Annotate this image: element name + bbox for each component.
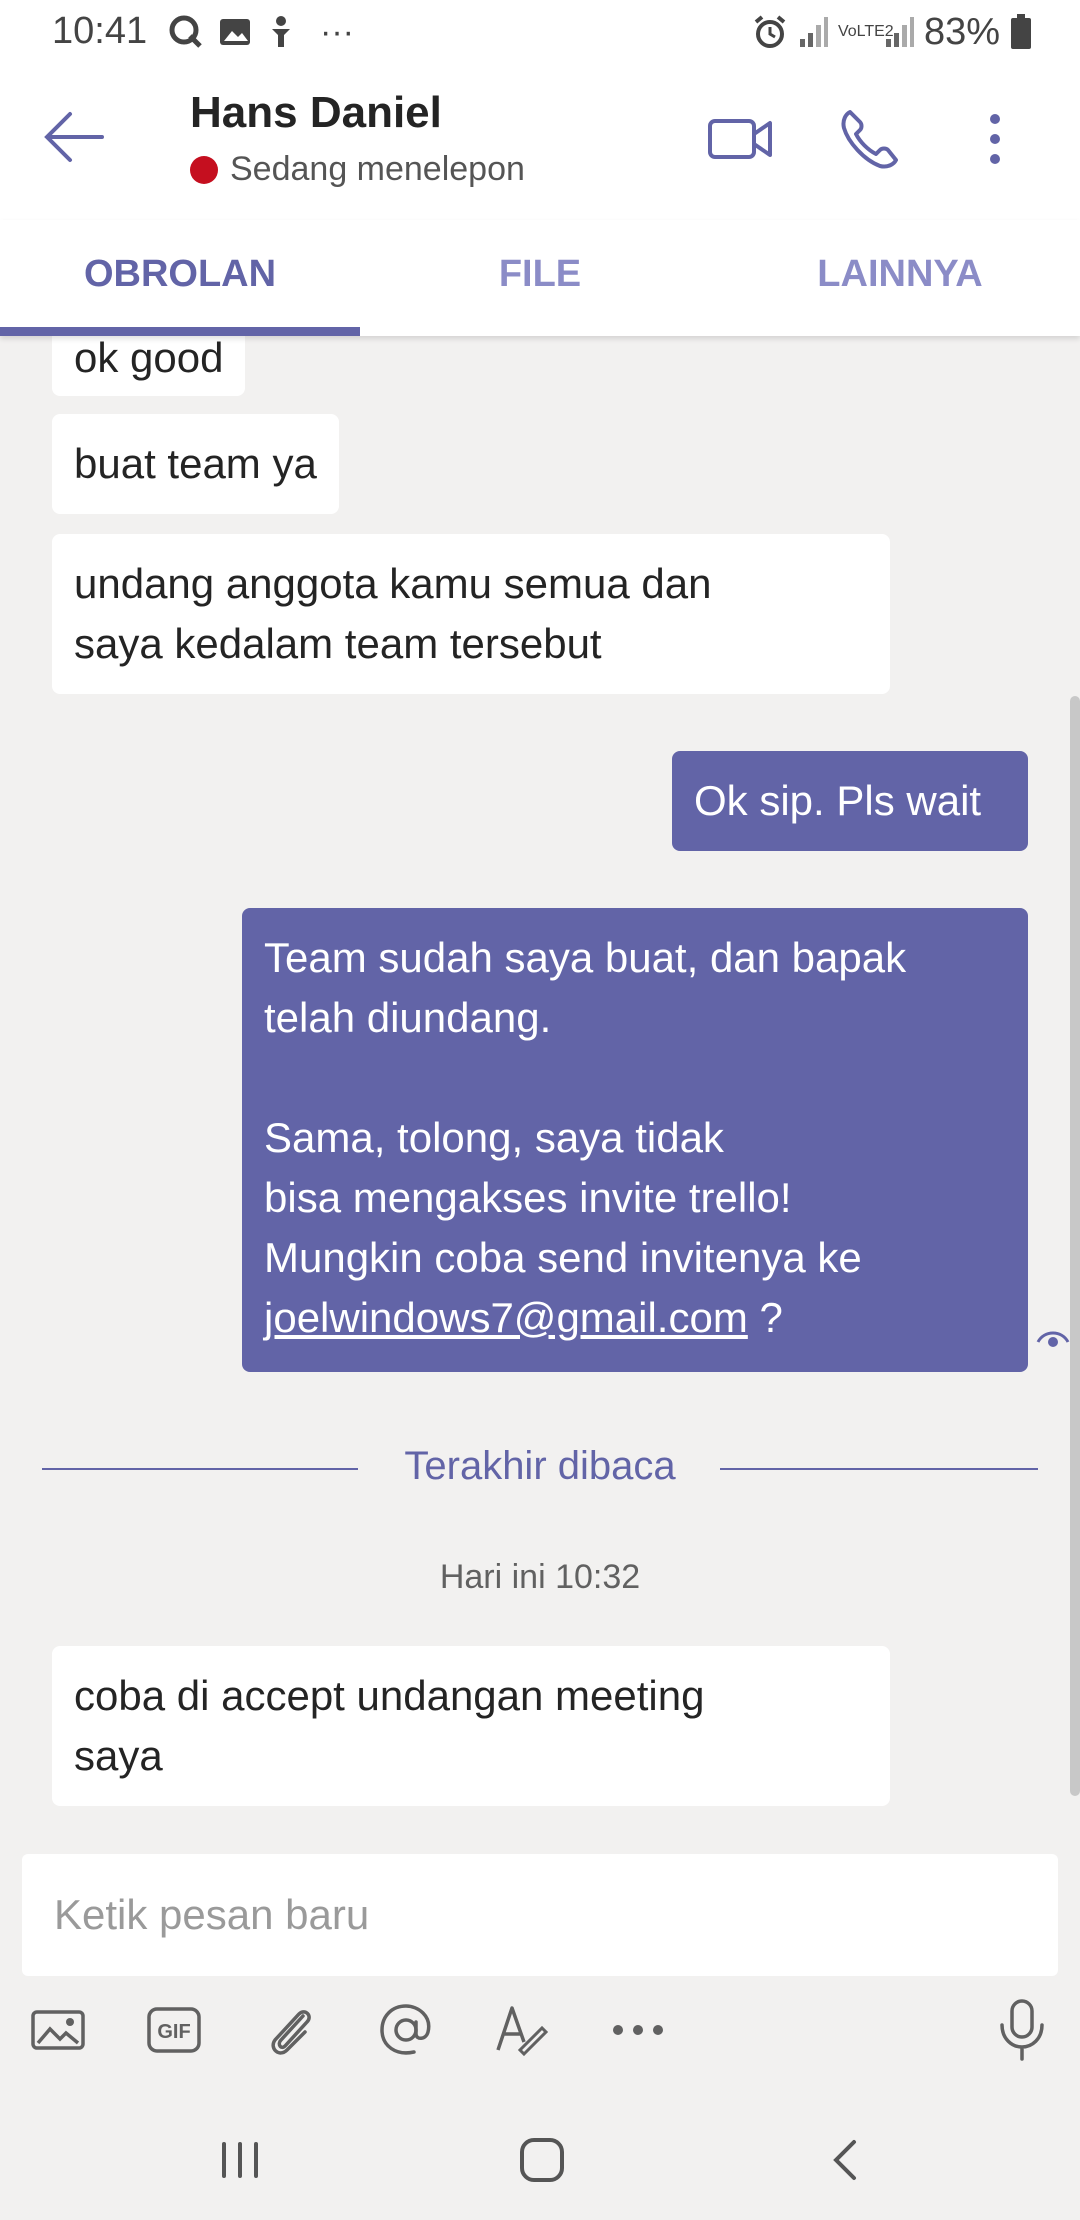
back-nav-icon[interactable] <box>816 2130 876 2190</box>
mention-button[interactable] <box>376 2000 436 2060</box>
attach-button[interactable] <box>260 2000 320 2060</box>
gif-button[interactable]: GIF <box>144 2000 204 2060</box>
gif-label: GIF <box>157 2021 190 2043</box>
tab-lainnya[interactable]: LAINNYA <box>720 220 1080 336</box>
more-tools-button[interactable] <box>608 2000 668 2060</box>
chat-header: Hans Daniel Sedang menelepon <box>0 68 1080 220</box>
more-icon <box>613 2025 663 2035</box>
back-arrow-icon[interactable] <box>40 104 106 170</box>
chat-messages[interactable]: ok good buat team ya undang anggota kamu… <box>0 336 1080 1852</box>
tab-bar: OBROLAN FILE LAINNYA <box>0 220 1080 336</box>
message-bubble[interactable]: ok good <box>52 336 246 396</box>
q-app-icon <box>169 15 202 48</box>
more-notifications: ··· <box>320 12 354 51</box>
last-read-label: Terakhir dibaca <box>404 1444 676 1488</box>
active-tab-indicator <box>0 327 360 336</box>
mention-icon <box>380 2004 431 2055</box>
presence-indicator <box>190 156 218 184</box>
gallery-icon <box>220 19 250 45</box>
seen-eye-icon <box>1036 1331 1070 1347</box>
contact-name[interactable]: Hans Daniel <box>190 88 442 138</box>
format-button[interactable] <box>492 2000 552 2060</box>
attach-icon <box>271 2010 311 2055</box>
status-bar: 10:41 ··· VoLTE2 83% <box>0 0 1080 68</box>
alarm-icon <box>754 15 786 48</box>
video-call-icon[interactable] <box>706 104 776 174</box>
message-text: Team sudah saya buat, dan bapak telah di… <box>264 934 907 1281</box>
status-right: VoLTE2 83% <box>752 10 1032 54</box>
chat-scrollbar[interactable] <box>1070 696 1080 1796</box>
presence-status: Sedang menelepon <box>230 150 525 188</box>
image-icon <box>31 2010 85 2050</box>
mic-icon <box>1000 1999 1044 2061</box>
message-bubble[interactable]: undang anggota kamu semua dan saya kedal… <box>52 534 890 694</box>
recent-apps-icon[interactable] <box>210 2130 270 2190</box>
message-suffix: ? <box>747 1294 783 1341</box>
accessibility-icon <box>272 16 290 47</box>
battery-percent: 83% <box>923 10 1000 53</box>
email-link[interactable]: joelwindows7@gmail.com <box>264 1294 748 1341</box>
more-options-icon[interactable] <box>970 104 1020 174</box>
network-label: VoLTE2 <box>837 23 894 40</box>
battery-icon <box>1011 14 1031 49</box>
mic-button[interactable] <box>992 1999 1052 2061</box>
message-bubble-sent[interactable]: Ok sip. Pls wait <box>672 751 1028 851</box>
message-input[interactable] <box>22 1854 1058 1976</box>
tab-file[interactable]: FILE <box>360 220 720 336</box>
system-nav-bar <box>0 2100 1080 2220</box>
signal2-icon <box>885 17 914 47</box>
status-time: 10:41 <box>52 10 148 52</box>
phone-call-icon[interactable] <box>836 104 906 174</box>
notification-icons: ··· <box>168 12 354 52</box>
compose-toolbar: GIF <box>0 1999 1080 2070</box>
signal-icon <box>799 17 828 47</box>
message-bubble[interactable]: coba di accept undangan meeting saya <box>52 1646 890 1806</box>
tab-obrolan[interactable]: OBROLAN <box>0 220 360 336</box>
compose-box[interactable] <box>22 1854 1058 1976</box>
home-icon[interactable] <box>512 2130 572 2190</box>
format-icon <box>496 2006 549 2057</box>
message-bubble[interactable]: buat team ya <box>52 414 339 514</box>
last-read-divider: Terakhir dibaca <box>42 1440 1038 1500</box>
image-button[interactable] <box>28 2000 88 2060</box>
gif-icon: GIF <box>147 2007 201 2053</box>
message-timestamp: Hari ini 10:32 <box>439 1558 641 1596</box>
message-bubble-sent[interactable]: Team sudah saya buat, dan bapak telah di… <box>242 908 1028 1372</box>
divider-line-right <box>720 1468 1038 1470</box>
